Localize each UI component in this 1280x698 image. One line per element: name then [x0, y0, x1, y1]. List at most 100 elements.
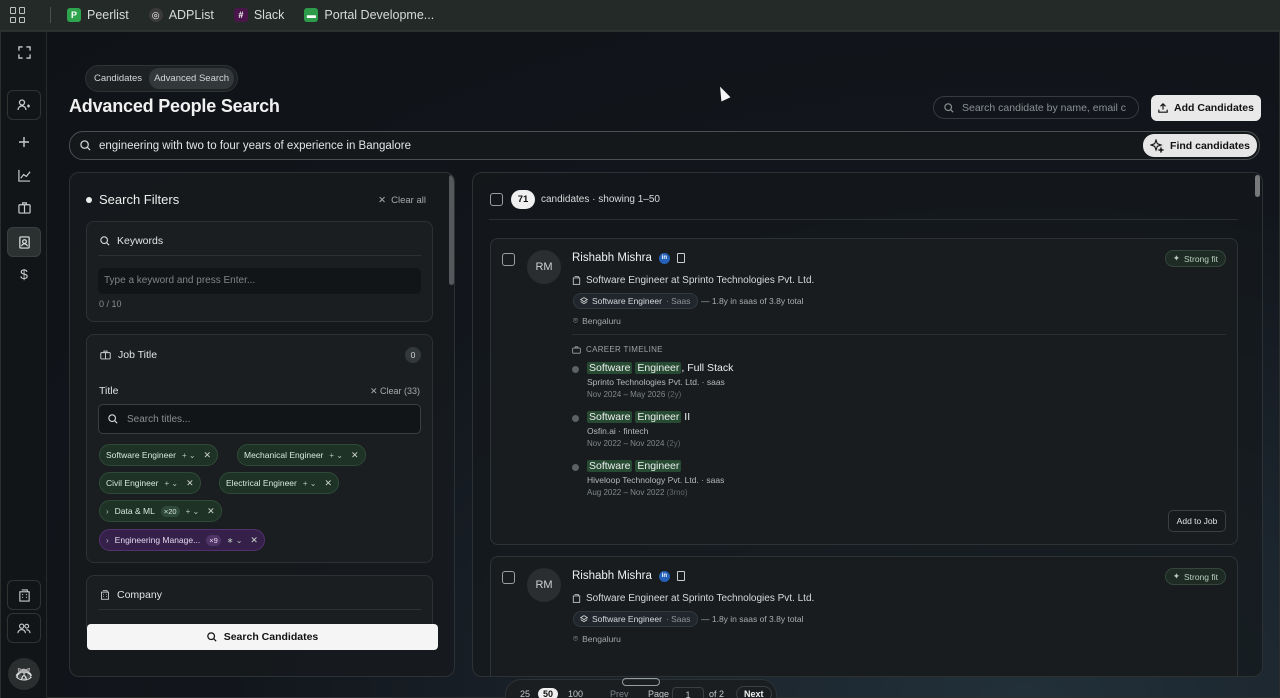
remove-chip-icon[interactable]: ✕	[351, 450, 359, 461]
title-chip[interactable]: Software Engineer + ⌄ ✕	[99, 444, 219, 466]
sparkle-icon	[1150, 138, 1165, 153]
clear-titles-button[interactable]: ✕ Clear (33)	[370, 386, 420, 397]
remove-chip-icon[interactable]: ✕	[324, 478, 332, 489]
job-title-header[interactable]: Job Title	[100, 349, 157, 361]
chip-controls[interactable]: + ⌄	[182, 451, 196, 460]
timeline-title: CAREER TIMELINE	[586, 345, 663, 354]
candidate-name[interactable]: Rishabh Mishra	[572, 252, 652, 264]
plus-icon[interactable]	[7, 127, 41, 157]
breadcrumb-candidates[interactable]: Candidates	[89, 68, 147, 89]
title-group-chip-excluded[interactable]: › Engineering Manage... ×9 ∗ ⌄ ✕	[99, 529, 265, 551]
chevron-right-icon[interactable]: ›	[106, 507, 109, 516]
chip-controls[interactable]: + ⌄	[186, 507, 200, 516]
title-group-chip[interactable]: › Data & ML ×20 + ⌄ ✕	[99, 500, 222, 522]
select-all-checkbox[interactable]	[490, 193, 503, 206]
add-candidates-label: Add Candidates	[1174, 102, 1254, 114]
next-button[interactable]: Next	[736, 686, 772, 698]
chip-label: Civil Engineer	[106, 478, 159, 488]
results-scrollbar[interactable]	[1255, 175, 1260, 197]
candidate-checkbox[interactable]	[502, 571, 515, 584]
breadcrumb: Candidates Advanced Search	[85, 65, 239, 92]
experience-note: — 1.8y in saas of 3.8y total	[701, 296, 804, 306]
timeline-header: CAREER TIMELINE	[572, 345, 663, 354]
fit-badge: ✦ Strong fit	[1164, 250, 1226, 267]
page-number-input[interactable]: 1	[672, 687, 704, 698]
candidate-name[interactable]: Rishabh Mishra	[572, 570, 652, 582]
duration-text: (2y)	[666, 439, 681, 448]
filters-scrollbar[interactable]	[449, 175, 454, 285]
candidate-card[interactable]: RM Rishabh Mishra in Software Engineer a…	[490, 238, 1238, 545]
location-row: ⌾ Bengaluru	[573, 315, 621, 326]
linkedin-icon[interactable]: in	[658, 570, 670, 582]
resume-icon[interactable]	[676, 253, 685, 263]
sparkle-icon: ✦	[1172, 571, 1180, 581]
building-icon[interactable]	[7, 580, 41, 610]
company-header[interactable]: Company	[100, 589, 162, 601]
find-candidates-button[interactable]: Find candidates	[1143, 134, 1257, 157]
linkedin-icon[interactable]: in	[658, 252, 670, 264]
fit-label: Strong fit	[1183, 571, 1218, 582]
ai-search-input[interactable]: engineering with two to four years of ex…	[69, 131, 1260, 160]
resume-icon[interactable]	[676, 571, 685, 581]
chip-controls[interactable]: ∗ ⌄	[227, 536, 243, 545]
skill-tag: Software Engineer · Saas	[573, 293, 698, 309]
duration-text: (2y)	[667, 390, 682, 399]
home-indicator[interactable]	[622, 678, 660, 686]
candidates-nav-icon[interactable]	[7, 90, 41, 120]
chip-controls[interactable]: + ⌄	[164, 479, 178, 488]
prev-button[interactable]: Prev	[610, 689, 629, 698]
dates-text: Aug 2022 – Nov 2022	[587, 488, 665, 497]
remove-chip-icon[interactable]: ✕	[186, 478, 194, 489]
title-chip[interactable]: Mechanical Engineer + ⌄ ✕	[237, 444, 366, 466]
search-icon	[80, 140, 91, 151]
contact-card-icon[interactable]	[7, 227, 41, 257]
apps-grid-icon[interactable]	[10, 7, 26, 23]
remove-chip-icon[interactable]: ✕	[207, 506, 215, 517]
remove-chip-icon[interactable]: ✕	[250, 535, 258, 546]
building-icon	[572, 276, 581, 285]
divider	[98, 609, 421, 610]
bookmarks-bar: P Peerlist ◎ ADPList # Slack ▬ Portal De…	[0, 0, 1280, 31]
bookmark-portal[interactable]: ▬ Portal Developme...	[304, 8, 434, 22]
timeline-role: Software Engineer	[587, 460, 682, 472]
dollar-icon[interactable]: $	[7, 259, 41, 289]
briefcase-icon[interactable]	[7, 192, 41, 222]
add-to-job-button[interactable]: Add to Job	[1168, 510, 1226, 532]
company-title: Company	[117, 589, 162, 601]
chip-controls[interactable]: + ⌄	[329, 451, 343, 460]
location-text: Bengaluru	[582, 633, 621, 644]
search-candidates-label: Search Candidates	[223, 631, 319, 643]
title-chip[interactable]: Electrical Engineer + ⌄ ✕	[219, 472, 340, 494]
candidate-card[interactable]: RM Rishabh Mishra in Software Engineer a…	[490, 556, 1238, 676]
page-size-100[interactable]: 100	[568, 689, 583, 698]
analytics-icon[interactable]	[7, 160, 41, 190]
keyword-input[interactable]: Type a keyword and press Enter...	[98, 268, 421, 294]
chevron-right-icon[interactable]: ›	[106, 536, 109, 545]
bookmarks-divider	[50, 7, 51, 23]
page-size-25[interactable]: 25	[520, 689, 530, 698]
bookmark-slack[interactable]: # Slack	[233, 8, 284, 22]
upload-icon	[1158, 103, 1168, 113]
timeline-role: Software Engineer II	[587, 411, 690, 423]
title-search-input[interactable]: Search titles...	[98, 404, 421, 434]
candidate-title-row: Software Engineer at Sprinto Technologie…	[572, 275, 814, 286]
search-icon	[108, 414, 118, 424]
team-icon[interactable]	[7, 613, 41, 643]
expand-icon[interactable]	[7, 37, 41, 67]
candidate-search-input[interactable]: Search candidate by name, email c	[933, 96, 1139, 119]
skill-name: Software Engineer	[592, 614, 662, 624]
title-chip[interactable]: Civil Engineer + ⌄ ✕	[99, 472, 201, 494]
remove-chip-icon[interactable]: ✕	[204, 450, 212, 461]
page-size-50[interactable]: 50	[538, 688, 559, 698]
chip-controls[interactable]: + ⌄	[303, 479, 317, 488]
bookmark-peerlist[interactable]: P Peerlist	[67, 8, 129, 22]
app-window: $ 🦝 Candidates Advanced Search Advanced …	[0, 31, 1280, 698]
clear-all-button[interactable]: ✕ Clear all	[378, 195, 426, 206]
skill-industry: · Saas	[665, 614, 691, 624]
search-candidates-button[interactable]: Search Candidates	[87, 624, 438, 650]
user-avatar[interactable]: 🦝	[8, 658, 40, 690]
breadcrumb-advanced-search[interactable]: Advanced Search	[149, 68, 235, 89]
bookmark-adplist[interactable]: ◎ ADPList	[148, 8, 214, 22]
add-candidates-button[interactable]: Add Candidates	[1151, 95, 1261, 121]
candidate-checkbox[interactable]	[502, 253, 515, 266]
